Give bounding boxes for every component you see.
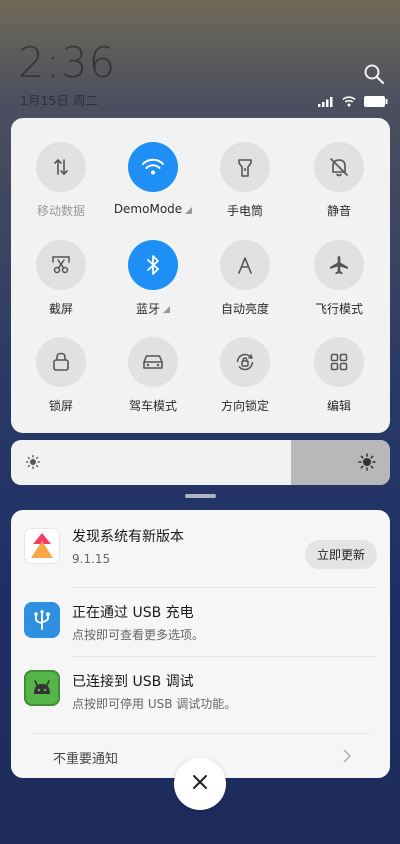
tile-label: 自动亮度 [221, 300, 269, 317]
notification-system-update[interactable]: 发现系统有新版本 9.1.15 立即更新 [11, 510, 390, 576]
tile-label-text: 编辑 [326, 399, 351, 413]
tile-label-text: 截屏 [48, 302, 73, 316]
tile-label-text: 自动亮度 [220, 302, 269, 316]
mobile-data-icon [36, 142, 86, 192]
close-button[interactable] [174, 758, 226, 810]
tile-label-text: 驾车模式 [128, 399, 177, 413]
system-update-icon [24, 528, 60, 564]
status-bar-icons [318, 92, 388, 111]
tile-label-text: 锁屏 [48, 399, 73, 413]
tile-flashlight[interactable]: 手电筒 [199, 142, 291, 219]
tile-label: 锁屏 [49, 397, 73, 414]
notification-usb-charging[interactable]: 正在通过 USB 充电 点按即可查看更多选项。 [11, 588, 390, 654]
brightness-slider[interactable] [11, 440, 390, 485]
bluetooth-icon [128, 240, 178, 290]
notification-subtitle: 点按即可查看更多选项。 [72, 628, 205, 642]
tile-screenshot-scissors[interactable]: 截屏 [15, 240, 107, 317]
car-icon [128, 337, 178, 387]
screenshot-scissors-icon [36, 240, 86, 290]
tile-bluetooth[interactable]: 蓝牙 [107, 240, 199, 317]
tile-label-text: 飞行模式 [314, 302, 363, 316]
tile-label: 方向锁定 [221, 397, 269, 414]
dropdown-indicator-icon [163, 306, 170, 313]
tile-label: DemoMode [113, 202, 193, 216]
notification-subtitle: 9.1.15 [72, 552, 111, 566]
notification-usb-debugging[interactable]: 已连接到 USB 调试 点按即可停用 USB 调试功能。 [11, 657, 390, 723]
notification-title: 发现系统有新版本 [72, 529, 184, 545]
tile-label: 飞行模式 [315, 300, 363, 317]
airplane-icon [314, 240, 364, 290]
tile-label-text: 移动数据 [36, 204, 85, 218]
rotation-lock-icon [220, 337, 270, 387]
tile-label-text: 方向锁定 [220, 399, 269, 413]
tile-label: 移动数据 [37, 202, 85, 219]
battery-icon [364, 92, 388, 111]
tile-label: 驾车模式 [129, 397, 177, 414]
tile-rotation-lock[interactable]: 方向锁定 [199, 337, 291, 414]
notification-title: 已连接到 USB 调试 [72, 674, 194, 690]
tile-auto-brightness[interactable]: 自动亮度 [199, 240, 291, 317]
update-now-button[interactable]: 立即更新 [305, 540, 377, 569]
flashlight-icon [220, 142, 270, 192]
lock-icon [36, 337, 86, 387]
chevron-right-icon [342, 748, 352, 768]
tile-label-text: 静音 [326, 204, 351, 218]
tile-lock[interactable]: 锁屏 [15, 337, 107, 414]
tile-label-text: 手电筒 [226, 204, 263, 218]
divider [31, 733, 370, 734]
auto-brightness-icon [220, 240, 270, 290]
tile-car[interactable]: 驾车模式 [107, 337, 199, 414]
brightness-high-icon [358, 453, 376, 475]
tile-label: 蓝牙 [136, 300, 170, 317]
grid-edit-icon [314, 337, 364, 387]
quick-settings-panel: 移动数据 DemoMode 手电筒 静音截屏 蓝牙 自动亮度 飞行模式锁屏 驾车模式 方向锁定 编… [11, 118, 390, 433]
unimportant-notifications-label: 不重要通知 [53, 752, 119, 767]
android-debug-icon [24, 670, 60, 706]
brightness-low-icon [25, 454, 41, 474]
tile-bell-off[interactable]: 静音 [293, 142, 385, 219]
close-icon [192, 774, 208, 794]
tile-label: 手电筒 [227, 202, 263, 219]
tile-label: 编辑 [327, 397, 351, 414]
notification-panel: 发现系统有新版本 9.1.15 立即更新 正在通过 USB 充电 点按即可查看更… [11, 510, 390, 778]
notification-title: 正在通过 USB 充电 [72, 605, 194, 621]
signal-icon [318, 92, 334, 111]
tile-label: 静音 [327, 202, 351, 219]
tile-label-text: 蓝牙 [135, 302, 160, 316]
clock-date: 1月15日 周二 [20, 93, 98, 108]
clock-time: 2:36 [18, 38, 117, 87]
wifi-status-icon [342, 92, 356, 111]
dropdown-indicator-icon [185, 206, 193, 214]
notification-subtitle: 点按即可停用 USB 调试功能。 [72, 697, 237, 711]
search-icon[interactable] [362, 62, 386, 86]
bell-off-icon [314, 142, 364, 192]
tile-label-text: DemoMode [113, 202, 183, 216]
tile-airplane[interactable]: 飞行模式 [293, 240, 385, 317]
tile-grid-edit[interactable]: 编辑 [293, 337, 385, 414]
tile-mobile-data[interactable]: 移动数据 [15, 142, 107, 219]
tile-wifi[interactable]: DemoMode [107, 142, 199, 216]
usb-icon [24, 602, 60, 638]
drag-handle[interactable] [185, 494, 216, 498]
tile-label: 截屏 [49, 300, 73, 317]
wifi-icon [128, 142, 178, 192]
